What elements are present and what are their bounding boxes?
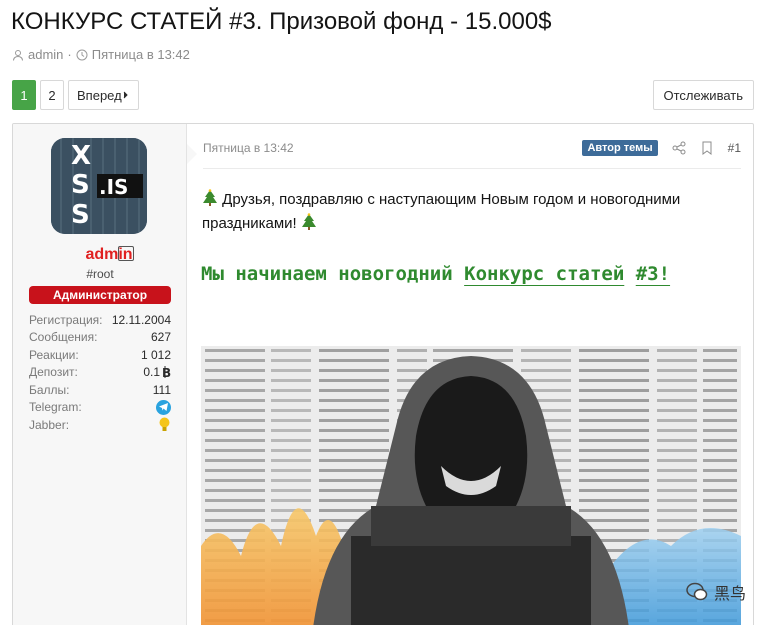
post-user-column: X S S .IS admin #root Администратор Реги… (13, 124, 187, 625)
thread-date-link[interactable]: Пятница в 13:42 (92, 47, 190, 62)
avatar-text: .IS (99, 175, 128, 199)
svg-text:S: S (71, 170, 90, 200)
user-stats: Регистрация: 12.11.2004 Сообщения: 627 Реа… (29, 311, 171, 434)
stat-deposit: Депозит: 0.1 B (29, 365, 171, 380)
user-title: #root (86, 267, 114, 281)
thread-meta: admin · Пятница в 13:42 (12, 47, 190, 62)
user-icon (13, 49, 23, 61)
next-page-label: Вперед (77, 87, 122, 103)
christmas-tree-icon (301, 213, 316, 230)
post-headline: Мы начинаем новогодний Конкурс статей #3… (201, 258, 721, 291)
svg-text:B: B (162, 366, 171, 378)
post-header-divider (203, 168, 741, 169)
stat-jabber: Jabber: (29, 416, 171, 434)
watermark-text: 黑鸟 (713, 586, 746, 603)
bookmark-icon[interactable] (700, 141, 714, 155)
next-page-button[interactable]: Вперед (68, 80, 139, 110)
post-greeting: Друзья, поздравляю с наступающим Новым г… (202, 188, 742, 236)
post-username[interactable]: admin (13, 246, 187, 264)
post-date[interactable]: Пятница в 13:42 (203, 141, 582, 155)
post: X S S .IS admin #root Администратор Реги… (12, 123, 754, 625)
contest-link[interactable]: Конкурс статей (464, 263, 624, 285)
thread-title: КОНКУРС СТАТЕЙ #3. Призовой фонд - 15.00… (11, 8, 552, 35)
stat-reactions: Реакции: 1 012 (29, 347, 171, 362)
xss-logo-icon: X S S .IS (51, 138, 147, 234)
conversation-icon[interactable] (118, 246, 134, 261)
stat-telegram: Telegram: (29, 399, 171, 417)
telegram-icon[interactable] (156, 399, 171, 415)
svg-text:X: X (71, 141, 91, 171)
user-banner: Администратор (29, 286, 171, 304)
hacker-illustration-icon (201, 346, 741, 625)
page-1-button[interactable]: 1 (12, 80, 36, 110)
stat-registration: Регистрация: 12.11.2004 (29, 312, 171, 327)
stat-messages: Сообщения: 627 (29, 330, 171, 345)
thread-author-link[interactable]: admin (28, 47, 63, 62)
headline-text: Мы начинаем новогодний (201, 263, 453, 285)
meta-separator: · (67, 47, 72, 62)
contest-image (201, 346, 741, 625)
lightbulb-icon[interactable] (158, 417, 171, 432)
share-icon[interactable] (672, 141, 686, 155)
clock-icon (76, 49, 88, 60)
bitcoin-icon: B (162, 366, 171, 379)
wechat-icon (686, 582, 708, 601)
post-number[interactable]: #1 (728, 141, 741, 155)
avatar[interactable]: X S S .IS (51, 138, 147, 234)
post-arrow (187, 144, 197, 164)
post-header: Пятница в 13:42 Автор темы #1 (203, 138, 741, 158)
stat-points: Баллы: 111 (29, 382, 171, 397)
author-badge: Автор темы (582, 140, 658, 156)
watch-thread-button[interactable]: Отслеживать (652, 80, 754, 110)
contest-link-number[interactable]: #3! (636, 263, 670, 285)
greeting-text: Друзья, поздравляю с наступающим Новым г… (202, 191, 681, 232)
pagination: 1 2 Вперед (12, 80, 139, 110)
svg-text:S: S (71, 200, 90, 230)
chevron-right-icon (123, 91, 128, 99)
christmas-tree-icon (203, 189, 217, 206)
watermark: 黑鸟 (686, 580, 746, 604)
page-2-button[interactable]: 2 (40, 80, 64, 110)
